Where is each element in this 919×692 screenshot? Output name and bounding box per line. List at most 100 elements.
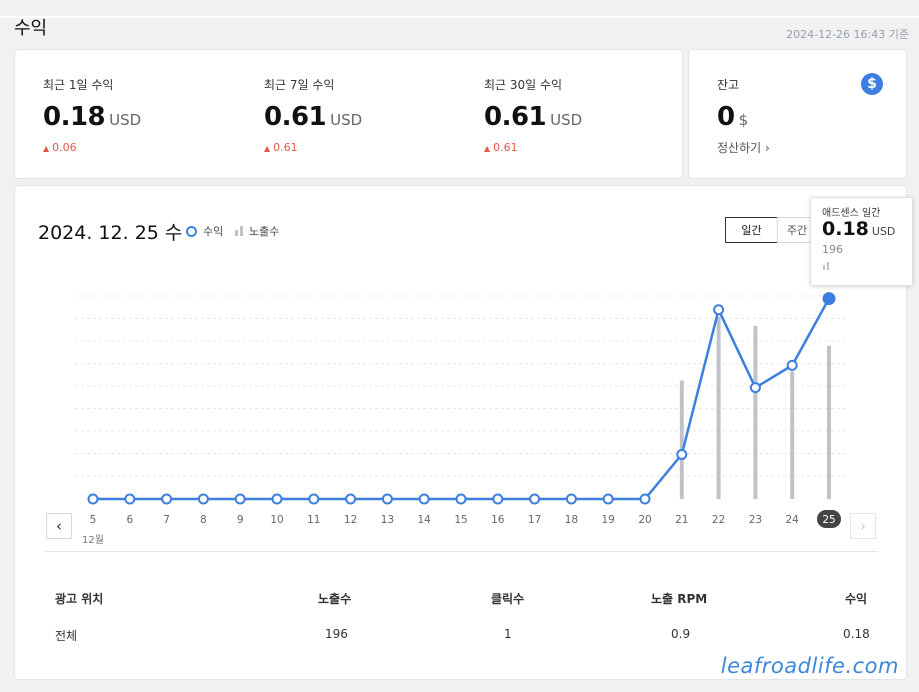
as-of-timestamp: 2024-12-26 16:43 기준 — [786, 28, 909, 41]
revenue-point — [271, 493, 283, 505]
summary-card: 최근 1일 수익 0.18 USD ▲ 0.06 최근 7일 수익 0.61 USD … — [14, 49, 683, 179]
revenue-point — [565, 493, 577, 505]
x-tick-label: 6 — [126, 514, 133, 526]
stat-1d-delta-value: 0.06 — [52, 141, 77, 154]
page-title: 수익 — [14, 18, 48, 39]
stat-1d-unit: USD — [109, 111, 142, 129]
revenue-point — [381, 493, 393, 505]
impression-bar — [827, 345, 831, 499]
stat-30d-unit: USD — [550, 111, 583, 129]
revenue-point — [639, 493, 651, 505]
x-tick-label: 21 — [675, 514, 688, 526]
up-triangle-icon: ▲ — [264, 144, 271, 153]
revenue-point — [602, 493, 614, 505]
table-cell-impressions: 196 — [325, 627, 348, 641]
x-tick-label: 9 — [237, 514, 244, 526]
x-tick-label: 20 — [638, 514, 651, 526]
dollar-icon: $ — [861, 73, 883, 95]
tooltip-title: 애드센스 일간 — [822, 208, 881, 219]
impression-bar — [753, 325, 758, 499]
stat-7d-unit: USD — [330, 111, 363, 129]
balance-value: 0 $ — [717, 102, 748, 132]
stat-1d-delta: ▲ 0.06 — [43, 141, 77, 154]
x-tick-label: 25 — [822, 514, 835, 526]
revenue-point — [197, 493, 209, 505]
x-tick-label: 24 — [786, 514, 800, 526]
x-tick-label: 10 — [270, 514, 283, 526]
impression-bar — [790, 371, 795, 499]
x-tick-label: 16 — [491, 514, 505, 526]
stat-7d-delta: ▲ 0.61 — [264, 141, 298, 154]
stat-30d-value: 0.61 USD — [484, 102, 582, 132]
balance-number: 0 — [717, 102, 735, 132]
table-cell-clicks: 1 — [504, 627, 512, 641]
stat-7d-value: 0.61 USD — [264, 102, 362, 132]
stat-7d-number: 0.61 — [264, 102, 327, 132]
x-tick-label: 13 — [381, 514, 394, 526]
stat-30d-delta: ▲ 0.61 — [484, 141, 518, 154]
x-tick-label: 15 — [454, 514, 467, 526]
balance-card: 잔고 $ 0 $ 정산하기 › — [688, 49, 907, 179]
x-tick-label: 7 — [163, 514, 170, 526]
impression-bar — [716, 316, 721, 499]
tooltip-bar-icon — [823, 262, 831, 270]
chart-card: 2024. 12. 25 수 수익 노출수 일간 주간 5 6 7 8 9 10 11 12 1… — [14, 185, 907, 680]
revenue-point — [455, 493, 467, 505]
x-tick-label: 14 — [418, 514, 432, 526]
stat-7d-delta-value: 0.61 — [273, 141, 298, 154]
stat-30d-label: 최근 30일 수익 — [484, 78, 563, 92]
revenue-point — [822, 292, 836, 306]
table-cell-revenue: 0.18 — [843, 627, 870, 641]
chart-tooltip: 애드센스 일간 0.18 USD 196 — [810, 197, 913, 286]
top-divider — [0, 16, 919, 18]
balance-label: 잔고 — [717, 78, 740, 92]
table-cell-rpm: 0.9 — [671, 627, 691, 641]
stat-1d-number: 0.18 — [43, 102, 106, 132]
table-header-impressions: 노출수 — [318, 592, 352, 606]
revenue-point — [676, 448, 688, 460]
stat-30d-delta-value: 0.61 — [493, 141, 518, 154]
table-cell-placement: 전체 — [55, 629, 78, 643]
revenue-point — [492, 493, 504, 505]
revenue-point — [308, 493, 320, 505]
x-tick-label: 23 — [749, 514, 762, 526]
table-header-rpm: 노출 RPM — [651, 592, 708, 606]
stat-30d-number: 0.61 — [484, 102, 547, 132]
prev-button[interactable]: ‹ — [46, 513, 72, 539]
revenue-point — [345, 493, 357, 505]
x-tick-label: 8 — [200, 514, 207, 526]
revenue-point — [529, 493, 541, 505]
impression-bar — [679, 380, 684, 499]
month-label: 12월 — [82, 535, 104, 546]
table-header-placement: 광고 위치 — [55, 592, 104, 606]
revenue-chart: 5 6 7 8 9 10 11 12 13 14 15 16 17 18 19 20 21 22 23 24 25 — [75, 292, 847, 528]
stat-1d-label: 최근 1일 수익 — [43, 78, 114, 92]
x-tick-label: 17 — [528, 514, 541, 526]
tooltip-number: 0.18 — [822, 218, 869, 240]
settle-link[interactable]: 정산하기 › — [717, 139, 770, 156]
tooltip-unit: USD — [871, 225, 896, 238]
revenue-point — [749, 382, 761, 394]
table-divider — [45, 551, 878, 552]
revenue-point — [418, 493, 430, 505]
stat-7d-label: 최근 7일 수익 — [264, 78, 335, 92]
up-triangle-icon: ▲ — [484, 144, 491, 153]
balance-unit: $ — [738, 111, 749, 129]
x-tick-label: 19 — [602, 514, 615, 526]
up-triangle-icon: ▲ — [43, 144, 50, 153]
x-tick-label: 12 — [344, 514, 357, 526]
table-header-revenue: 수익 — [845, 592, 868, 606]
revenue-point — [234, 493, 246, 505]
watermark-text: leafroadlife.com — [720, 654, 899, 678]
tooltip-impressions: 196 — [822, 243, 843, 256]
stat-1d-value: 0.18 USD — [43, 102, 141, 132]
x-tick-label: 5 — [90, 514, 97, 526]
tooltip-value: 0.18 USD — [822, 218, 895, 240]
revenue-point — [87, 493, 99, 505]
x-tick-label: 22 — [712, 514, 725, 526]
next-button[interactable]: › — [850, 513, 876, 539]
x-tick-label: 18 — [565, 514, 578, 526]
x-tick-label: 11 — [307, 514, 320, 526]
revenue-point — [124, 493, 136, 505]
revenue-point — [161, 493, 173, 505]
